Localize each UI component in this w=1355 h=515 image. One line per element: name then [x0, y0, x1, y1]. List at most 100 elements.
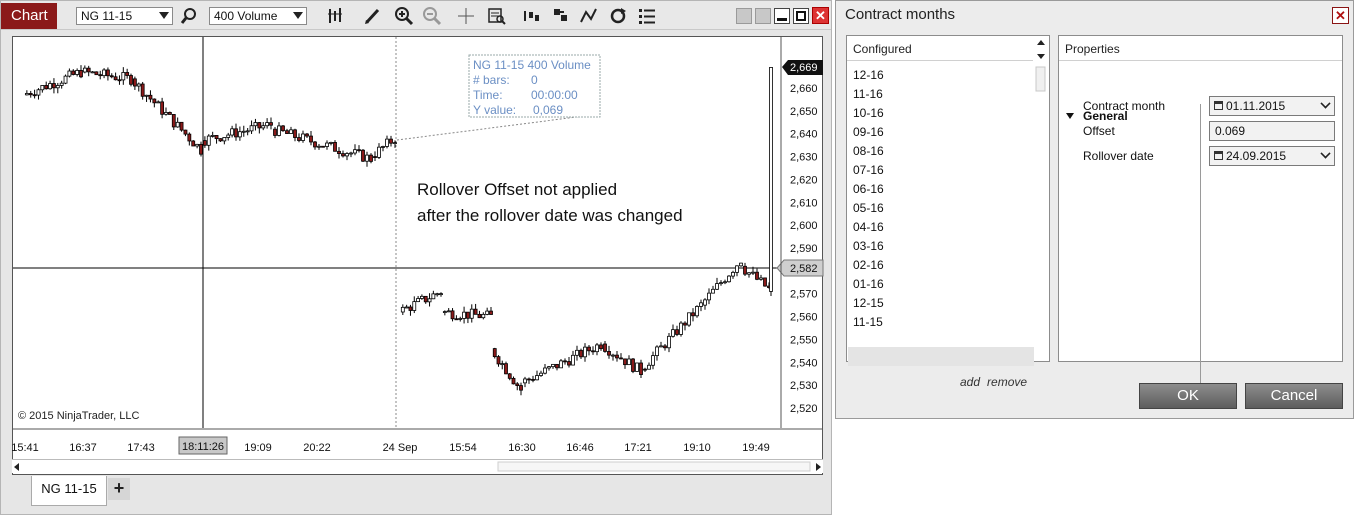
- candle-body: [727, 275, 731, 283]
- candle-body: [489, 310, 493, 315]
- candle-body: [469, 308, 474, 319]
- candle-body: [329, 141, 333, 144]
- candle-body: [423, 295, 428, 303]
- month-list-item[interactable]: 12-15: [853, 294, 884, 313]
- candle-body: [121, 72, 126, 81]
- candle-body: [711, 288, 715, 294]
- candle-body: [171, 114, 176, 128]
- candle-body: [195, 143, 200, 147]
- rollover-date-picker[interactable]: 24.09.2015: [1209, 146, 1335, 166]
- y-tick-label: 2,540: [790, 357, 818, 369]
- instrument-tab[interactable]: NG 11-15: [31, 476, 107, 506]
- add-tab-button[interactable]: +: [108, 478, 130, 500]
- candle-body: [595, 344, 599, 353]
- ok-button[interactable]: OK: [1139, 383, 1237, 409]
- candle-body: [659, 345, 663, 348]
- candle-body: [202, 140, 207, 146]
- month-list-item[interactable]: 03-16: [853, 237, 884, 256]
- y-tick-label: 2,590: [790, 243, 818, 255]
- candle-body: [106, 69, 110, 77]
- candle-body: [353, 149, 357, 154]
- candle-body: [635, 362, 639, 372]
- candle-body: [611, 354, 615, 357]
- candle-body: [583, 346, 587, 358]
- month-list-item[interactable]: 04-16: [853, 218, 884, 237]
- crosshair-price-label: 2,582: [790, 263, 818, 275]
- candle-body: [98, 74, 103, 77]
- candle-body: [148, 94, 153, 100]
- property-column-divider: [1200, 104, 1201, 396]
- month-list-item[interactable]: 10-16: [853, 104, 884, 123]
- candle-body: [769, 67, 773, 292]
- calendar-icon: [1214, 101, 1223, 110]
- candle-body: [24, 93, 29, 96]
- contract-month-picker[interactable]: 01.11.2015: [1209, 96, 1335, 116]
- data-box-time-label: Time:: [473, 88, 503, 102]
- candle-body: [253, 122, 258, 127]
- cancel-button[interactable]: Cancel: [1245, 383, 1343, 409]
- candle-body: [715, 283, 719, 290]
- x-tick-label: 24 Sep: [383, 442, 418, 454]
- candle-body: [651, 355, 655, 366]
- candle-body: [535, 375, 539, 381]
- candle-body: [333, 141, 337, 152]
- candle-body: [599, 344, 603, 350]
- candle-body: [575, 349, 579, 356]
- candle-body: [643, 368, 647, 371]
- month-list-item[interactable]: 02-16: [853, 256, 884, 275]
- month-list-item[interactable]: 01-16: [853, 275, 884, 294]
- month-list-item[interactable]: 07-16: [853, 161, 884, 180]
- list-scrollbar[interactable]: [1034, 37, 1048, 127]
- candle-body: [44, 85, 49, 90]
- contract-month-label: Contract month: [1083, 99, 1166, 113]
- candle-body: [305, 133, 309, 137]
- x-tick-label: 17:21: [624, 442, 652, 454]
- rollover-date-value: 24.09.2015: [1226, 149, 1287, 163]
- y-tick-label: 2,640: [790, 129, 818, 141]
- candle-body: [373, 156, 377, 158]
- contract-months-dialog: Contract months ✕ Configured 12-16 11-16 1…: [835, 0, 1354, 419]
- candle-body: [639, 362, 643, 375]
- candle-body: [743, 265, 747, 275]
- dialog-close-button[interactable]: ✕: [1332, 7, 1349, 24]
- candle-body: [381, 146, 385, 148]
- candle-body: [446, 310, 451, 313]
- candle-body: [241, 130, 246, 133]
- candle-body: [579, 349, 583, 358]
- candle-body: [539, 372, 543, 376]
- candle-body: [63, 75, 68, 84]
- x-tick-label: 15:54: [449, 442, 477, 454]
- candle-body: [125, 72, 130, 76]
- y-tick-label: 2,650: [790, 106, 818, 118]
- month-list-item[interactable]: 06-16: [853, 180, 884, 199]
- month-list-item[interactable]: 08-16: [853, 142, 884, 161]
- candle-body: [450, 310, 455, 320]
- candle-body: [226, 134, 231, 138]
- remove-link[interactable]: remove: [987, 375, 1027, 389]
- crosshair-time-label: 18:11:26: [182, 441, 224, 453]
- month-list-item[interactable]: 12-16: [853, 66, 884, 85]
- month-list-item[interactable]: 05-16: [853, 199, 884, 218]
- candle-body: [90, 71, 95, 74]
- month-list-item[interactable]: 09-16: [853, 123, 884, 142]
- offset-field[interactable]: 0.069: [1209, 121, 1335, 141]
- candle-body: [52, 83, 56, 89]
- candle-body: [113, 76, 118, 81]
- candle-body: [160, 101, 165, 115]
- candle-body: [603, 343, 607, 352]
- month-list-item[interactable]: 11-16: [853, 85, 883, 104]
- month-list-item[interactable]: 11-15: [853, 313, 883, 332]
- collapse-arrow-icon[interactable]: [1066, 113, 1074, 119]
- candle-body: [218, 138, 223, 142]
- horizontal-scrollbar[interactable]: [12, 459, 823, 473]
- candle-body: [400, 306, 405, 313]
- candle-body: [723, 281, 727, 284]
- candle-body: [273, 128, 277, 136]
- candle-body: [454, 318, 459, 321]
- candle-body: [301, 133, 305, 141]
- candle-body: [747, 272, 751, 275]
- candle-body: [156, 101, 161, 104]
- add-link[interactable]: add: [960, 375, 980, 389]
- candle-body: [164, 112, 168, 115]
- candle-body: [293, 129, 297, 138]
